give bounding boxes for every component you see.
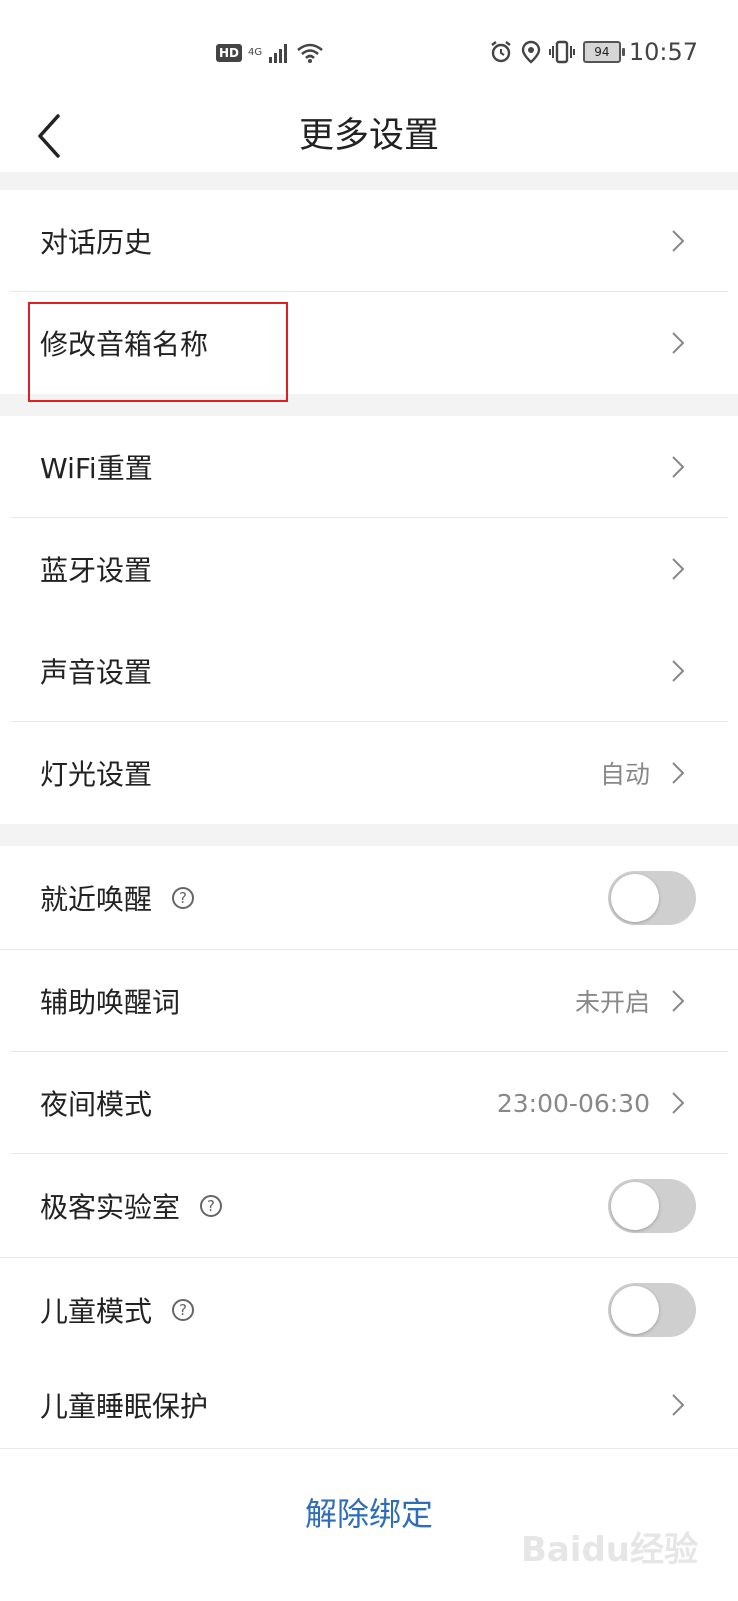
row-label: 声音设置: [40, 656, 153, 689]
row-kids-sleep-protect[interactable]: 儿童睡眠保护: [0, 1362, 738, 1448]
footer-bar: 解除绑定 Baidu经验: [0, 1448, 738, 1601]
signal-icon: [269, 44, 288, 63]
row-geek-lab: 极客实验室?: [0, 1154, 738, 1258]
location-icon: [521, 40, 541, 64]
wifi-icon: [297, 43, 323, 63]
help-icon[interactable]: ?: [200, 1195, 223, 1217]
row-label: 夜间模式: [40, 1088, 153, 1121]
row-label: 蓝牙设置: [40, 554, 153, 587]
row-label: 灯光设置: [40, 758, 153, 791]
vibrate-icon: [548, 40, 575, 64]
row-value: 未开启: [574, 988, 650, 1017]
row-label: 辅助唤醒词: [40, 986, 181, 1019]
row-light-settings[interactable]: 灯光设置 自动: [0, 722, 738, 824]
help-icon[interactable]: ?: [172, 1299, 195, 1321]
section-gap: [0, 172, 738, 190]
row-bluetooth-settings[interactable]: 蓝牙设置: [0, 518, 738, 620]
chevron-right-icon: [672, 456, 685, 478]
chevron-right-icon: [672, 332, 685, 354]
chevron-right-icon: [672, 660, 685, 682]
row-nearby-wake: 就近唤醒?: [0, 846, 738, 950]
section-gap: [0, 824, 738, 846]
row-label: WiFi重置: [40, 452, 153, 485]
row-label: 对话历史: [40, 226, 153, 259]
row-label: 儿童睡眠保护: [40, 1390, 209, 1423]
row-wifi-reset[interactable]: WiFi重置: [0, 416, 738, 518]
help-icon[interactable]: ?: [172, 887, 195, 909]
chevron-right-icon: [672, 762, 685, 784]
row-night-mode[interactable]: 夜间模式 23:00-06:30: [0, 1052, 738, 1154]
nearby-wake-toggle[interactable]: [608, 871, 696, 925]
chevron-right-icon: [672, 990, 685, 1012]
row-label: 极客实验室?: [40, 1154, 223, 1258]
row-assist-wake-word[interactable]: 辅助唤醒词 未开启: [0, 950, 738, 1052]
geek-lab-toggle[interactable]: [608, 1179, 696, 1233]
chevron-right-icon: [672, 230, 685, 252]
highlight-box: [28, 302, 288, 402]
page-title: 更多设置: [298, 116, 439, 156]
row-value: 自动: [599, 760, 650, 789]
chevron-right-icon: [672, 558, 685, 580]
nav-bar: 更多设置: [0, 100, 738, 172]
network-type: 4G: [248, 47, 263, 58]
row-label: 儿童模式?: [40, 1258, 195, 1362]
row-kids-mode: 儿童模式?: [0, 1258, 738, 1362]
hd-icon: HD: [216, 44, 243, 62]
watermark-logo: Baidu经验: [520, 1530, 698, 1570]
row-label: 就近唤醒?: [40, 846, 195, 950]
chevron-right-icon: [672, 1394, 685, 1416]
kids-mode-toggle[interactable]: [608, 1283, 696, 1337]
chevron-right-icon: [672, 1092, 685, 1114]
battery-icon: 94: [582, 41, 625, 63]
status-bar: HD 4G 94 10:57: [0, 0, 738, 100]
alarm-icon: [491, 41, 511, 63]
status-time: 10:57: [628, 38, 698, 66]
row-sound-settings[interactable]: 声音设置: [0, 620, 738, 722]
row-chat-history[interactable]: 对话历史: [0, 190, 738, 292]
row-value: 23:00-06:30: [496, 1088, 650, 1118]
